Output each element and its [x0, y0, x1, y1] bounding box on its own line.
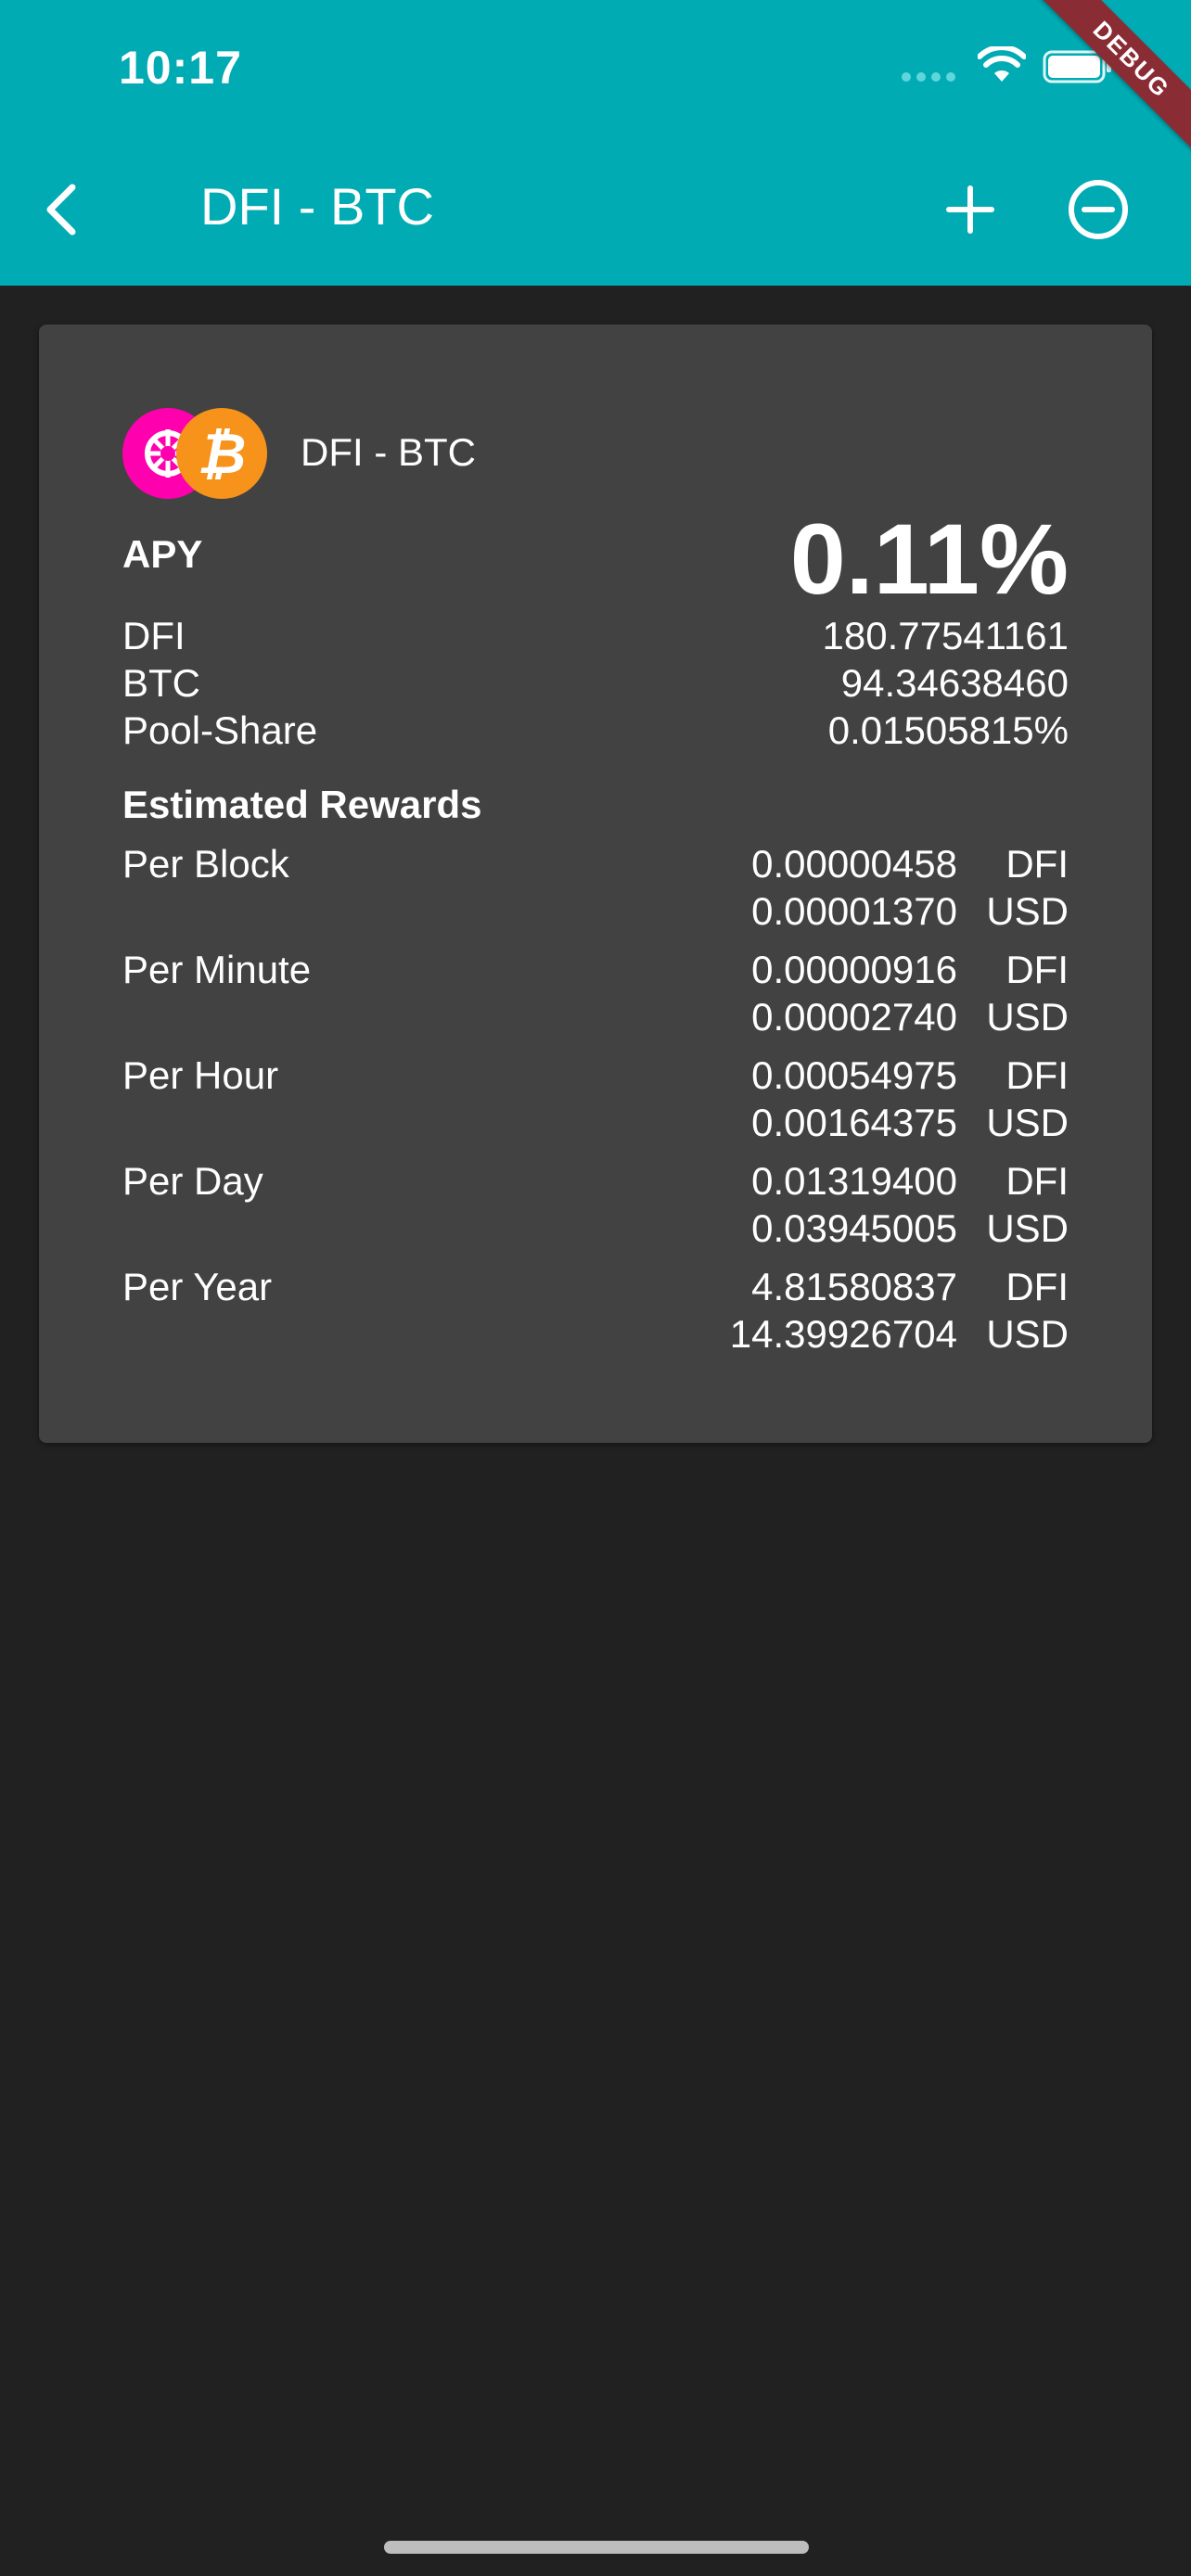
reward-dfi-value: 0.00000916: [751, 948, 957, 991]
add-liquidity-button[interactable]: [937, 176, 1004, 243]
info-row-pool-share: Pool-Share 0.01505815%: [122, 707, 1069, 754]
reward-dfi-value: 0.00000458: [751, 842, 957, 886]
reward-label: Per Day: [122, 1159, 263, 1203]
apy-label: APY: [122, 532, 203, 576]
back-button[interactable]: [33, 172, 89, 247]
rewards-title: Estimated Rewards: [122, 783, 482, 826]
status-icons: [902, 45, 1115, 91]
reward-per-day: Per Day 0.01319400 DFI 0.03945005 USD: [122, 1157, 1069, 1263]
reward-per-year: Per Year 4.81580837 DFI 14.39926704 USD: [122, 1263, 1069, 1369]
apy-value: 0.11%: [789, 503, 1069, 615]
unit-dfi: DFI: [1005, 1053, 1069, 1097]
unit-usd: USD: [986, 889, 1069, 933]
info-row-btc: BTC 94.34638460: [122, 659, 1069, 707]
pair-name: DFI - BTC: [301, 430, 476, 474]
pool-info: DFI 180.77541161 BTC 94.34638460 Pool-Sh…: [122, 612, 1069, 754]
reward-dfi-value: 4.81580837: [751, 1265, 957, 1308]
info-label: Pool-Share: [122, 708, 318, 752]
plus-icon: [946, 185, 994, 234]
page-title: DFI - BTC: [200, 177, 434, 236]
wifi-icon: [978, 46, 1026, 82]
info-row-dfi: DFI 180.77541161: [122, 612, 1069, 659]
minus-circle-icon: [1069, 180, 1128, 239]
app-bar: 10:17 DFI - BTC DEBUG: [0, 0, 1191, 286]
unit-usd: USD: [986, 1206, 1069, 1250]
unit-dfi: DFI: [1005, 842, 1069, 886]
unit-usd: USD: [986, 1101, 1069, 1144]
reward-per-block: Per Block 0.00000458 DFI 0.00001370 USD: [122, 840, 1069, 946]
unit-dfi: DFI: [1005, 948, 1069, 991]
info-value: 0.01505815%: [827, 708, 1069, 752]
reward-dfi-value: 0.01319400: [751, 1159, 957, 1203]
status-time: 10:17: [119, 42, 242, 94]
reward-label: Per Minute: [122, 948, 312, 991]
reward-usd-value: 0.00001370: [751, 889, 957, 933]
reward-usd-value: 0.03945005: [751, 1206, 957, 1250]
remove-liquidity-button[interactable]: [1065, 176, 1132, 243]
home-indicator[interactable]: [384, 2541, 809, 2554]
reward-per-minute: Per Minute 0.00000916 DFI 0.00002740 USD: [122, 946, 1069, 1052]
reward-usd-value: 0.00002740: [751, 995, 957, 1039]
reward-usd-value: 14.39926704: [729, 1312, 957, 1356]
reward-dfi-value: 0.00054975: [751, 1053, 957, 1097]
unit-usd: USD: [986, 995, 1069, 1039]
info-value: 180.77541161: [822, 614, 1069, 657]
reward-usd-value: 0.00164375: [751, 1101, 957, 1144]
pair-icons: ₿: [122, 408, 271, 499]
info-label: BTC: [122, 661, 200, 705]
back-chevron-icon: [46, 184, 76, 236]
unit-usd: USD: [986, 1312, 1069, 1356]
info-label: DFI: [122, 614, 186, 657]
reward-per-hour: Per Hour 0.00054975 DFI 0.00164375 USD: [122, 1052, 1069, 1157]
reward-label: Per Block: [122, 842, 289, 886]
signal-icon: [902, 72, 955, 82]
pool-card: ₿ DFI - BTC APY 0.11% DFI 180.77541161 B…: [39, 325, 1152, 1443]
btc-token-icon: ₿: [176, 408, 267, 499]
rewards-table: Per Block 0.00000458 DFI 0.00001370 USD Pe…: [122, 840, 1069, 1369]
reward-label: Per Hour: [122, 1053, 279, 1097]
info-value: 94.34638460: [840, 661, 1069, 705]
unit-dfi: DFI: [1005, 1265, 1069, 1308]
reward-label: Per Year: [122, 1265, 273, 1308]
unit-dfi: DFI: [1005, 1159, 1069, 1203]
